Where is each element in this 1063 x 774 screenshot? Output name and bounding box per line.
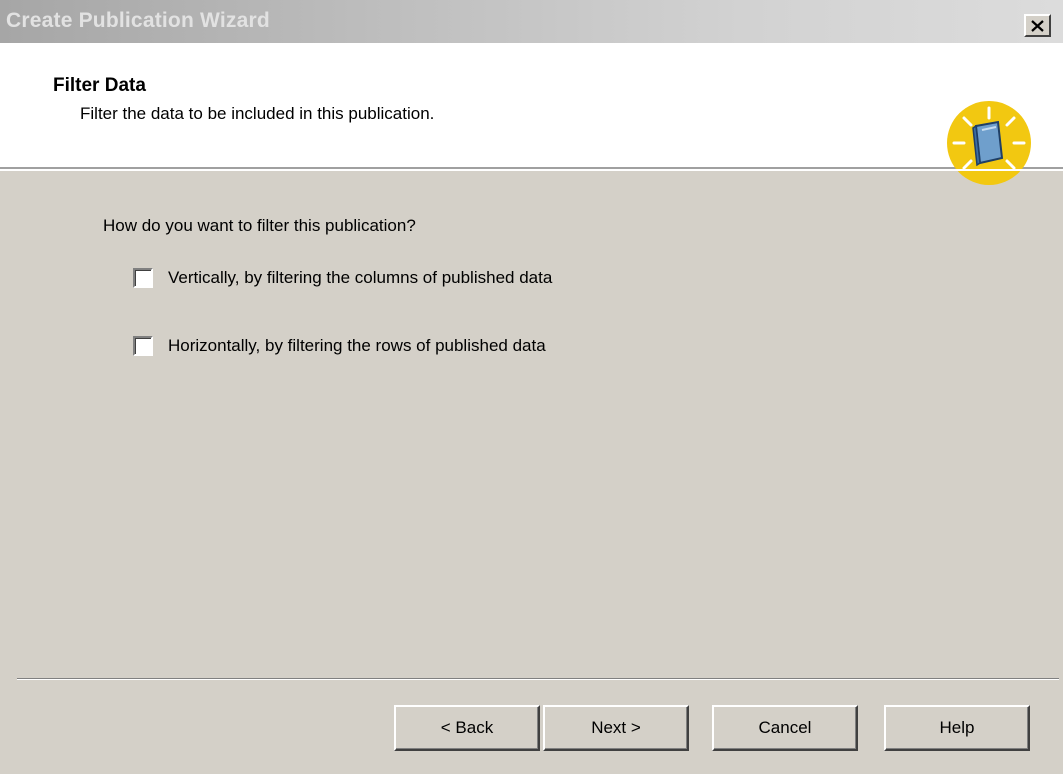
footer-separator <box>17 678 1059 680</box>
filter-question: How do you want to filter this publicati… <box>103 216 416 235</box>
window-title: Create Publication Wizard <box>6 9 270 32</box>
vertical-filter-option[interactable]: Vertically, by filtering the columns of … <box>133 268 552 288</box>
horizontal-filter-option[interactable]: Horizontally, by filtering the rows of p… <box>133 336 546 356</box>
help-button[interactable]: Help <box>884 705 1030 751</box>
vertical-filter-checkbox[interactable] <box>133 268 153 288</box>
wizard-window: Create Publication Wizard Filter Data Fi… <box>0 0 1063 774</box>
title-bar[interactable]: Create Publication Wizard <box>0 0 1063 43</box>
header-divider <box>0 169 1063 171</box>
vertical-filter-label[interactable]: Vertically, by filtering the columns of … <box>168 268 552 288</box>
horizontal-filter-checkbox[interactable] <box>133 336 153 356</box>
close-button[interactable] <box>1024 14 1051 37</box>
page-subtitle: Filter the data to be included in this p… <box>80 104 435 123</box>
next-button[interactable]: Next > <box>543 705 689 751</box>
horizontal-filter-label[interactable]: Horizontally, by filtering the rows of p… <box>168 336 546 356</box>
cancel-button[interactable]: Cancel <box>712 705 858 751</box>
page-title: Filter Data <box>53 75 146 96</box>
back-button[interactable]: < Back <box>394 705 540 751</box>
wizard-header: Filter Data Filter the data to be includ… <box>0 43 1063 185</box>
publication-book-icon <box>947 101 1031 185</box>
close-icon <box>1031 19 1044 32</box>
